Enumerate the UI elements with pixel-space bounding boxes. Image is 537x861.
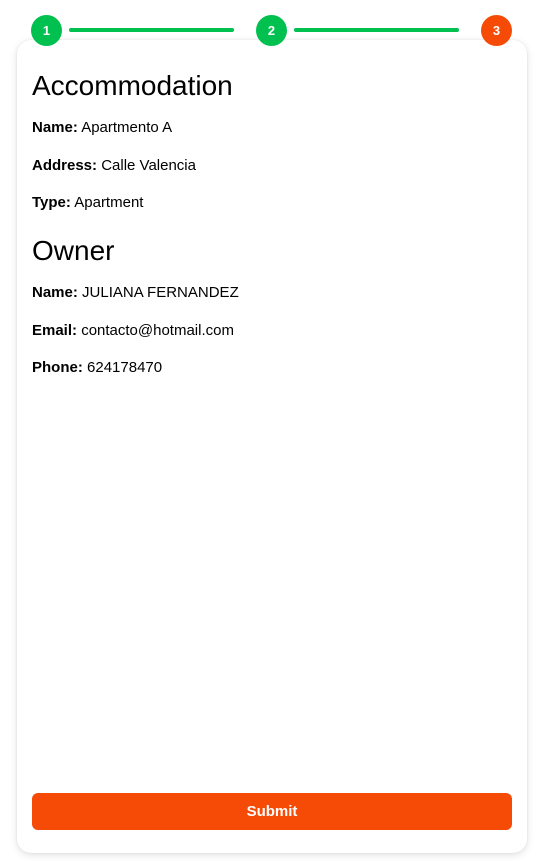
accommodation-name-value: Apartmento A <box>81 119 173 136</box>
accommodation-address-label: Address: <box>32 157 98 174</box>
owner-heading: Owner <box>32 235 115 266</box>
owner-email-label: Email: <box>32 322 78 339</box>
accommodation-name-label: Name: <box>32 119 78 136</box>
page: 1 2 3 Accommodation Name: Apartmento A A… <box>0 0 537 861</box>
step-connector-1 <box>69 28 234 32</box>
owner-name-value: JULIANA FERNANDEZ <box>82 284 239 301</box>
accommodation-type-field: Type: Apartment <box>32 193 143 213</box>
accommodation-type-label: Type: <box>32 194 71 211</box>
owner-name-label: Name: <box>32 284 78 301</box>
step-3-indicator[interactable]: 3 <box>481 15 512 46</box>
accommodation-heading: Accommodation <box>32 70 233 101</box>
accommodation-address-field: Address: Calle Valencia <box>32 156 196 176</box>
accommodation-type-value: Apartment <box>74 194 144 211</box>
owner-email-field: Email: contacto@hotmail.com <box>32 321 234 341</box>
owner-email-value: contacto@hotmail.com <box>81 322 234 339</box>
step-1-indicator[interactable]: 1 <box>31 15 62 46</box>
submit-button[interactable]: Submit <box>32 793 512 830</box>
step-connector-2 <box>294 28 459 32</box>
step-2-indicator[interactable]: 2 <box>256 15 287 46</box>
accommodation-address-value: Calle Valencia <box>101 157 196 174</box>
owner-phone-label: Phone: <box>32 359 83 376</box>
stepper: 1 2 3 <box>0 0 537 60</box>
owner-name-field: Name: JULIANA FERNANDEZ <box>32 283 239 303</box>
accommodation-name-field: Name: Apartmento A <box>32 118 172 138</box>
owner-phone-value: 624178470 <box>87 359 163 376</box>
owner-phone-field: Phone: 624178470 <box>32 358 162 378</box>
